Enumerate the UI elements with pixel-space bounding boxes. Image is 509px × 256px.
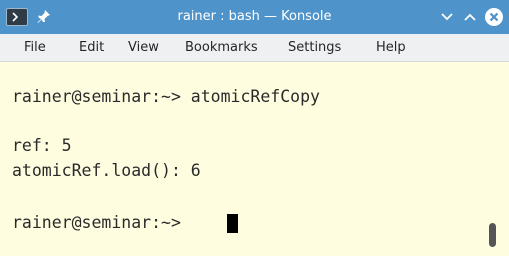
- menu-view[interactable]: View: [128, 34, 159, 61]
- maximize-button[interactable]: [462, 9, 478, 25]
- menu-bar: File Edit View Bookmarks Settings Help: [0, 34, 509, 62]
- konsole-window: rainer : bash — Konsole File Edit View B…: [0, 0, 509, 256]
- terminal-line-command: rainer@seminar:~> atomicRefCopy: [12, 87, 320, 106]
- chevron-up-icon: [464, 13, 476, 21]
- menu-settings[interactable]: Settings: [288, 34, 341, 61]
- title-bar[interactable]: rainer : bash — Konsole: [0, 0, 509, 35]
- scrollbar-handle[interactable]: [489, 223, 496, 247]
- chevron-down-icon: [441, 13, 453, 21]
- menu-file[interactable]: File: [24, 34, 46, 61]
- terminal-line-prompt: rainer@seminar:~>: [12, 213, 191, 232]
- text-cursor: [227, 214, 238, 233]
- minimize-button[interactable]: [439, 9, 455, 25]
- menu-help[interactable]: Help: [376, 34, 406, 61]
- terminal-line-output: ref: 5: [12, 136, 72, 155]
- terminal-line-output: atomicRef.load(): 6: [12, 161, 201, 180]
- menu-bookmarks[interactable]: Bookmarks: [185, 34, 258, 61]
- close-button[interactable]: [485, 8, 503, 26]
- menu-edit[interactable]: Edit: [79, 34, 104, 61]
- close-icon: [489, 12, 499, 22]
- window-title: rainer : bash — Konsole: [177, 9, 332, 24]
